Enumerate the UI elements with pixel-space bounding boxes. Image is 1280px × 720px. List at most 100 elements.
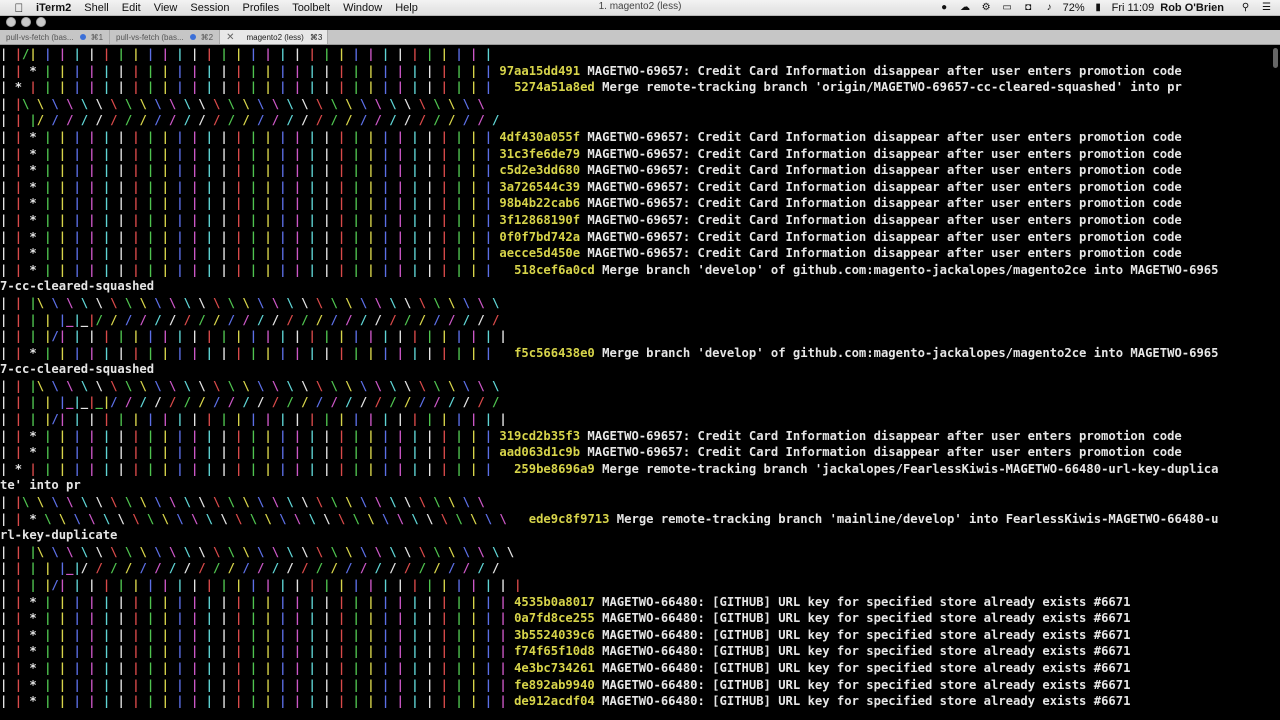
menu-session[interactable]: Session (190, 2, 229, 14)
scrollbar-thumb[interactable] (1273, 48, 1278, 68)
commit-hash: 5274a51a8ed (514, 80, 595, 95)
tab-2[interactable]: pull-vs-fetch (bas... ⌘2 (110, 30, 221, 44)
commit-message: Merge branch 'develop' of github.com:mag… (594, 345, 1219, 360)
commit-hash: 3b5524039c6 (514, 627, 595, 642)
cloud-icon[interactable]: ☁ (958, 2, 973, 13)
battery-icon[interactable]: ▮ (1091, 2, 1106, 13)
commit-hash: 3f12868190f (499, 212, 581, 227)
window-controls (6, 17, 46, 27)
git-graph: | | * | | | | | | | | | | | | | | | | | … (0, 229, 493, 244)
user-name[interactable]: Rob O'Brien (1160, 2, 1224, 14)
menu-window[interactable]: Window (343, 2, 382, 14)
git-graph: | | * | | | | | | | | | | | | | | | | | … (0, 146, 493, 161)
commit-message: MAGETWO-69657: Credit Card Information d… (580, 63, 1182, 78)
commit-message: MAGETWO-69657: Credit Card Information d… (580, 445, 1182, 460)
terminal-line: | | * | | | | | | | | | | | | | | | | | … (0, 594, 1270, 611)
terminal-line: | | * | | | | | | | | | | | | | | | | | … (0, 212, 1270, 229)
clock[interactable]: Fri 11:09 (1112, 2, 1155, 14)
git-graph: | |\ \ \ \ \ \ \ \ \ \ \ \ \ \ \ \ \ \ \… (0, 96, 485, 111)
menu-view[interactable]: View (154, 2, 178, 14)
commit-message: MAGETWO-69657: Credit Card Information d… (580, 163, 1182, 178)
airplay-icon[interactable]: ▭ (1000, 2, 1015, 13)
tab-1[interactable]: pull-vs-fetch (bas... ⌘1 (0, 30, 111, 44)
git-graph: | | * | | | | | | | | | | | | | | | | | … (0, 212, 493, 227)
git-graph: | | * | | | | | | | | | | | | | | | | | … (0, 345, 493, 360)
terminal-line: | | * | | | | | | | | | | | | | | | | | … (0, 610, 1270, 627)
menu-toolbelt[interactable]: Toolbelt (292, 2, 330, 14)
commit-message: MAGETWO-66480: [GITHUB] URL key for spec… (594, 694, 1131, 709)
tab-activity-dot (189, 34, 196, 40)
commit-hash: 31c3fe6de79 (499, 146, 581, 161)
git-graph: | | * | | | | | | | | | | | | | | | | | … (0, 246, 493, 261)
terminal-line: | | * | | | | | | | | | | | | | | | | | … (0, 162, 1270, 179)
terminal-line: | | * | | | | | | | | | | | | | | | | | … (0, 129, 1270, 146)
commit-hash: 259be8696a9 (514, 461, 595, 476)
commit-message: 7-cc-cleared-squashed (0, 279, 155, 294)
git-graph: | | * | | | | | | | | | | | | | | | | | … (0, 660, 507, 675)
terminal-line: 7-cc-cleared-squashed (0, 361, 1270, 378)
git-graph: | | * | | | | | | | | | | | | | | | | | … (0, 163, 493, 178)
git-graph: | | | | |_|_|/ / / / / / / / / / / / / /… (0, 312, 500, 327)
menu-help[interactable]: Help (395, 2, 418, 14)
git-graph: | |\ \ \ \ \ \ \ \ \ \ \ \ \ \ \ \ \ \ \… (0, 495, 485, 510)
tab-activity-dot (79, 34, 86, 40)
wifi-icon[interactable]: ◘ (1021, 2, 1036, 13)
zoom-window-button[interactable] (36, 17, 46, 27)
close-window-button[interactable] (6, 17, 16, 27)
terminal-line: | | * | | | | | | | | | | | | | | | | | … (0, 229, 1270, 246)
tab-1-shortcut: ⌘1 (90, 32, 104, 42)
terminal-line: | | | |/| | | | | | | | | | | | | | | | … (0, 411, 1270, 428)
battery-percent[interactable]: 72% (1063, 2, 1085, 14)
gear-icon[interactable]: ⚙ (979, 2, 994, 13)
apple-menu-icon[interactable]:  (12, 1, 26, 15)
terminal-line: | |/| | | | | | | | | | | | | | | | | | … (0, 46, 1270, 63)
commit-message: MAGETWO-69657: Credit Card Information d… (580, 428, 1182, 443)
menu-shell[interactable]: Shell (84, 2, 108, 14)
terminal-line: | | |\ \ \ \ \ \ \ \ \ \ \ \ \ \ \ \ \ \… (0, 544, 1270, 561)
git-graph: | | * | | | | | | | | | | | | | | | | | … (0, 445, 493, 460)
terminal-line: | | * | | | | | | | | | | | | | | | | | … (0, 677, 1270, 694)
git-graph: | |/| | | | | | | | | | | | | | | | | | … (0, 47, 493, 61)
scrollbar[interactable] (1270, 46, 1280, 720)
minimize-window-button[interactable] (21, 17, 31, 27)
tab-1-title: pull-vs-fetch (bas... (6, 32, 74, 42)
commit-message: MAGETWO-69657: Credit Card Information d… (580, 212, 1182, 227)
notification-icon[interactable]: ☰ (1259, 2, 1274, 13)
search-icon[interactable]: ⚲ (1238, 2, 1253, 13)
close-tab-icon[interactable]: ✕ (226, 32, 234, 43)
git-graph: | | | | |_|/ / / / / / / / / / / / / / /… (0, 561, 500, 576)
volume-icon[interactable]: ♪ (1042, 2, 1057, 13)
commit-message: MAGETWO-69657: Credit Card Information d… (580, 229, 1182, 244)
tab-2-shortcut: ⌘2 (200, 32, 214, 42)
git-graph: | * | | | | | | | | | | | | | | | | | | … (0, 461, 493, 476)
menu-bar: 1. magento2 (less)  iTerm2 Shell Edit V… (0, 0, 1280, 16)
menu-app-iterm2[interactable]: iTerm2 (36, 2, 71, 14)
git-graph: | | | |/| | | | | | | | | | | | | | | | … (0, 329, 507, 344)
commit-hash: 4e3bc734261 (514, 660, 595, 675)
commit-hash: 319cd2b35f3 (499, 428, 581, 443)
terminal-line: | * | | | | | | | | | | | | | | | | | | … (0, 461, 1270, 478)
terminal-line: | | * \ \ \ \ \ \ \ \ \ \ \ \ \ \ \ \ \ … (0, 511, 1270, 528)
tab-3-title: magento2 (less) (246, 32, 304, 42)
commit-message: Merge remote-tracking branch 'jackalopes… (594, 461, 1219, 476)
commit-hash: 97aa15dd491 (499, 63, 581, 78)
terminal-output[interactable]: | |/| | | | | | | | | | | | | | | | | | … (0, 46, 1270, 720)
tab-3[interactable]: ✕ magento2 (less) ⌘3 (220, 30, 329, 44)
terminal-line: | | | |/| | | | | | | | | | | | | | | | … (0, 328, 1270, 345)
terminal-line: | | | | |_|_|_|/ / / / / / / / / / / / /… (0, 394, 1270, 411)
tab-3-shortcut: ⌘3 (309, 32, 323, 42)
commit-hash: f5c566438e0 (514, 345, 595, 360)
terminal-line: | | * | | | | | | | | | | | | | | | | | … (0, 643, 1270, 660)
git-graph: | | |\ \ \ \ \ \ \ \ \ \ \ \ \ \ \ \ \ \… (0, 295, 500, 310)
menu-edit[interactable]: Edit (122, 2, 141, 14)
terminal-line: | * | | | | | | | | | | | | | | | | | | … (0, 79, 1270, 96)
terminal-line: | | * | | | | | | | | | | | | | | | | | … (0, 63, 1270, 80)
menu-profiles[interactable]: Profiles (243, 2, 280, 14)
record-icon[interactable]: ● (937, 2, 952, 13)
commit-hash: de912acdf04 (514, 694, 595, 709)
commit-message: Merge branch 'develop' of github.com:mag… (594, 262, 1219, 277)
terminal-line: | | * | | | | | | | | | | | | | | | | | … (0, 660, 1270, 677)
commit-hash: c5d2e3dd680 (499, 163, 581, 178)
terminal-line: | | * | | | | | | | | | | | | | | | | | … (0, 146, 1270, 163)
commit-message: te' into pr (0, 478, 81, 493)
